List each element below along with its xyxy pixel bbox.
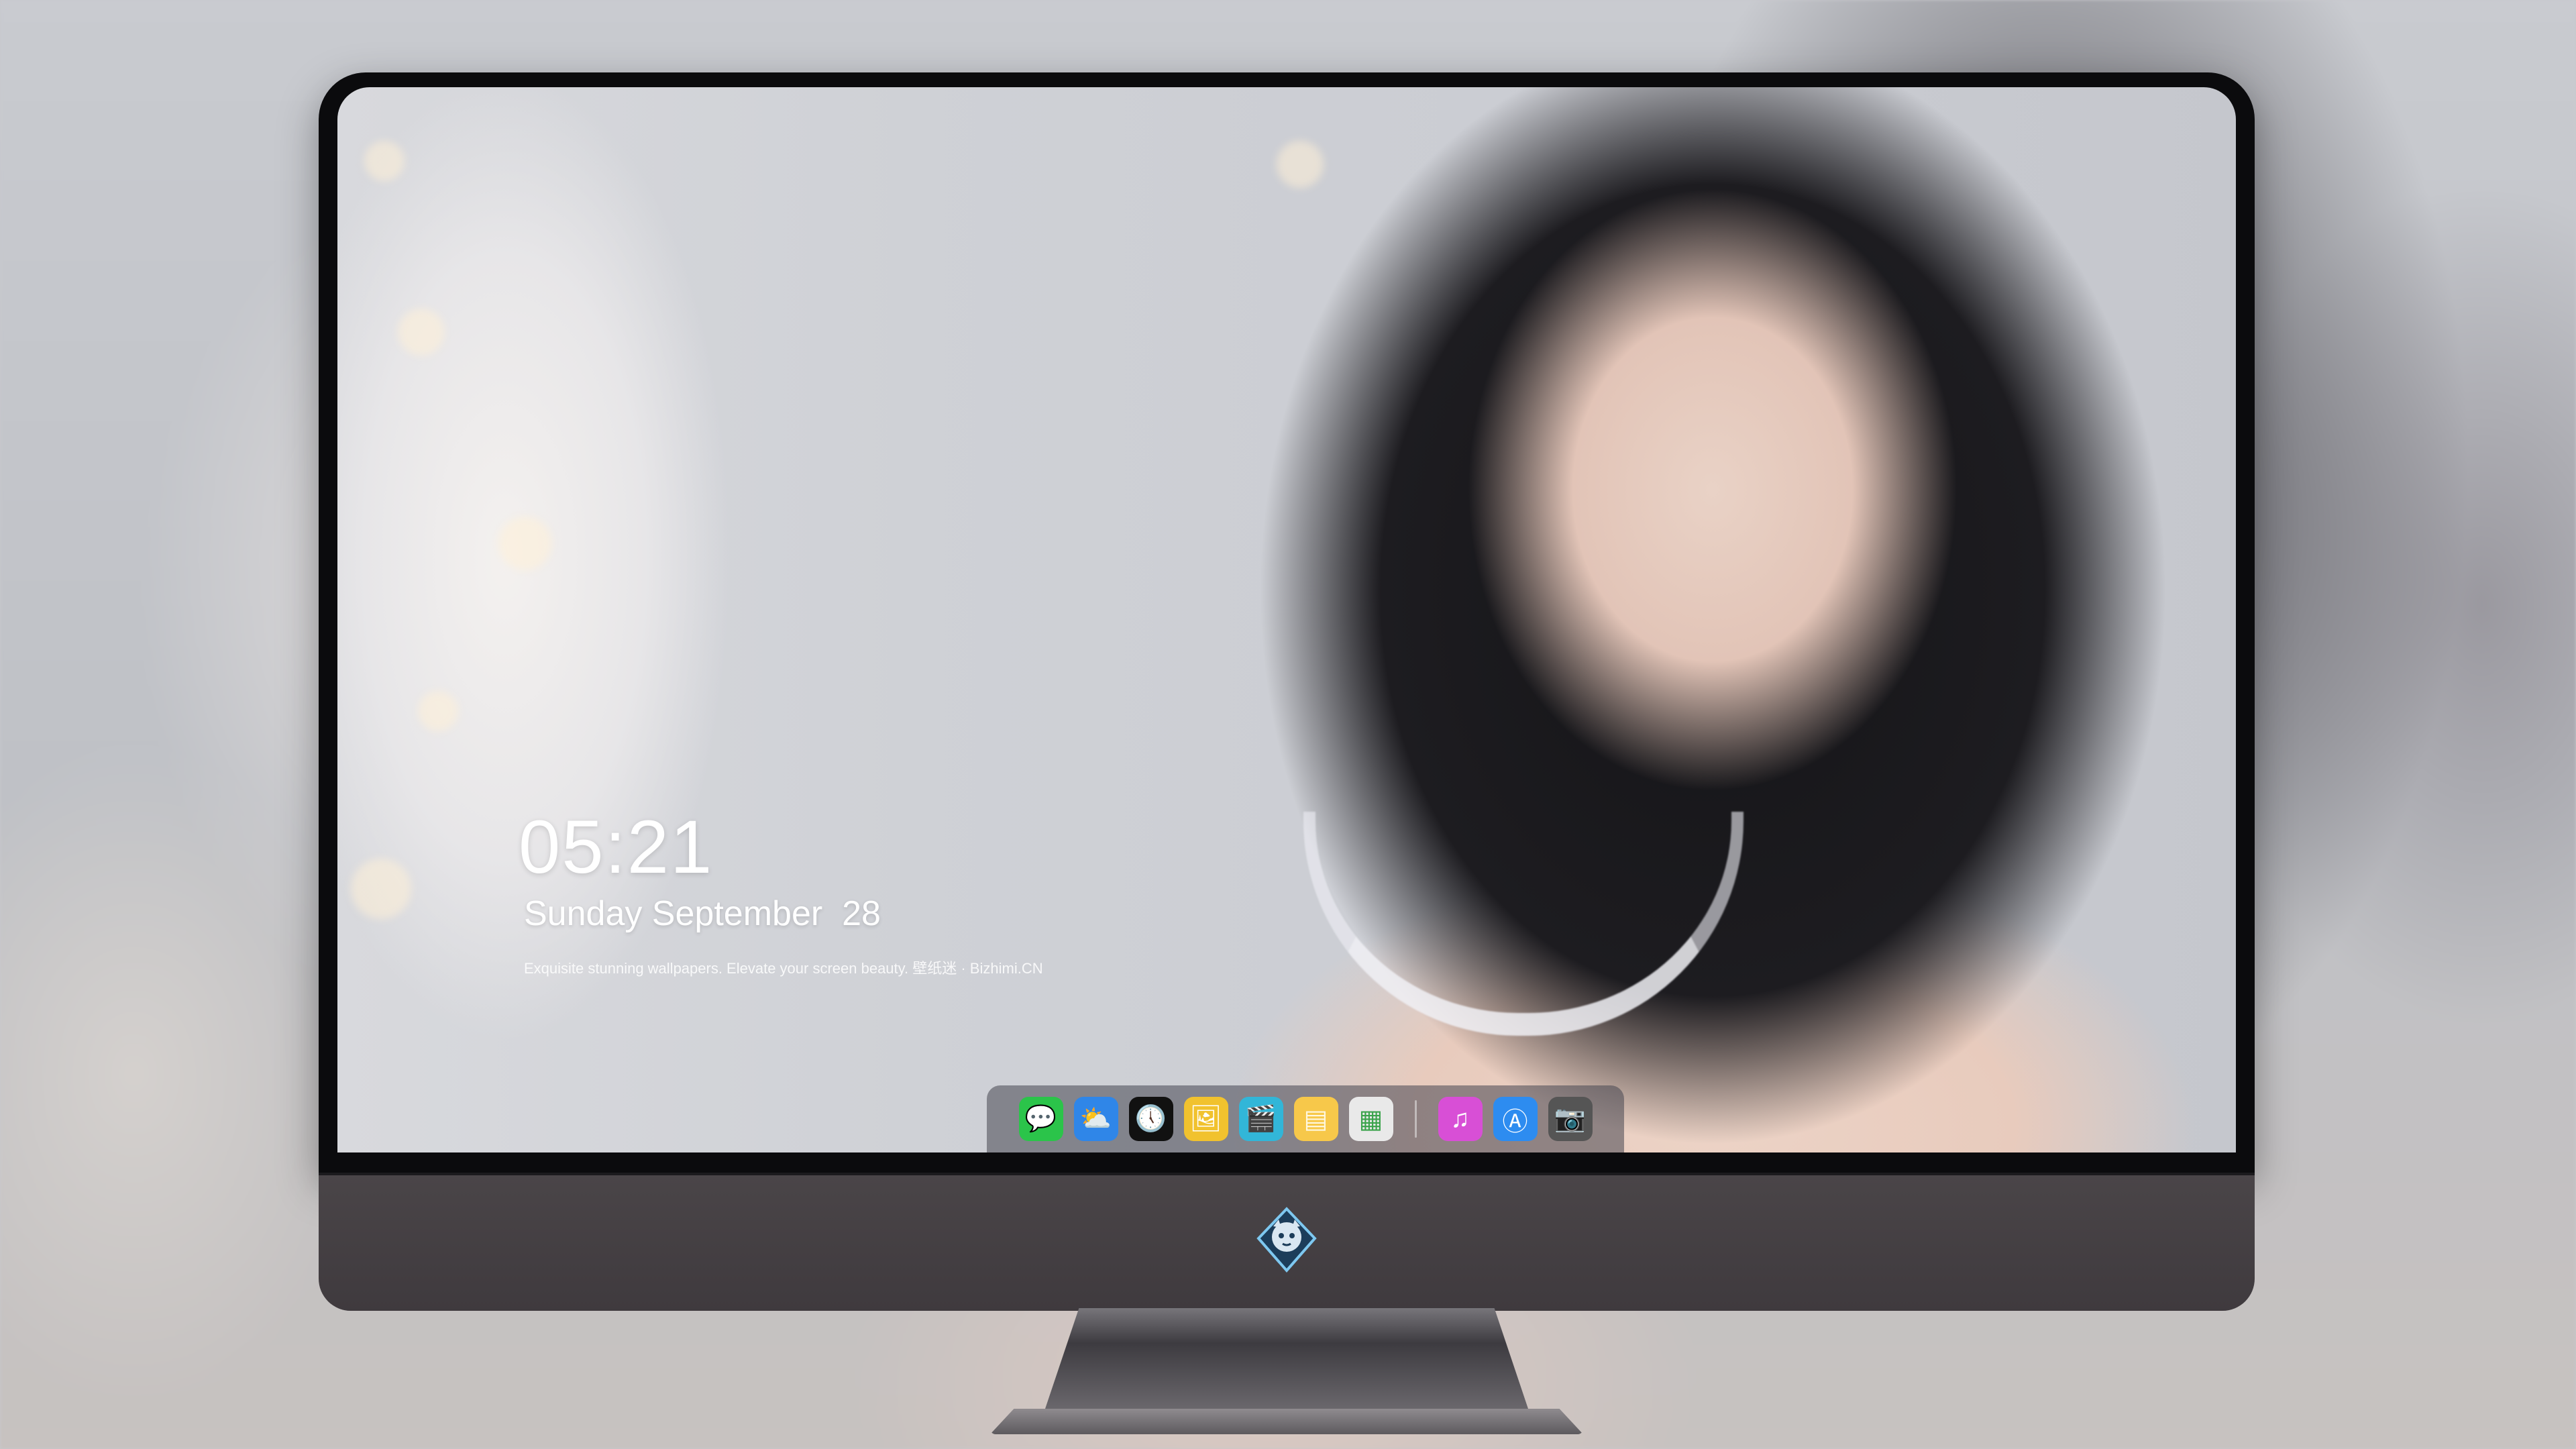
bokeh-light	[498, 517, 552, 570]
notes-icon[interactable]: ▤	[1293, 1097, 1338, 1141]
bokeh-light	[364, 141, 405, 181]
wallpaper-credit: Exquisite stunning wallpapers. Elevate y…	[524, 960, 1043, 977]
itunes-icon[interactable]: ♫	[1438, 1097, 1483, 1141]
dock: 💬 ⛅ 🕔 🖼 🎬 ▤ ▦ ♫ Ⓐ 📷	[987, 1085, 1624, 1152]
lock-clock: 05:21	[519, 805, 714, 889]
app-store-icon[interactable]: Ⓐ	[1493, 1097, 1538, 1141]
bokeh-light	[1277, 141, 1324, 188]
lock-date: Sunday September 28	[524, 894, 881, 933]
monitor-bezel: 05:21 Sunday September 28 Exquisite stun…	[319, 72, 2255, 1173]
monitor-chin	[319, 1173, 2255, 1311]
photo-booth-icon[interactable]: ▦	[1348, 1097, 1393, 1141]
wallpaper-necklace	[1303, 812, 1743, 1036]
final-cut-icon[interactable]: 🎬	[1238, 1097, 1283, 1141]
monitor-stand-neck	[1045, 1308, 1528, 1409]
camera-icon[interactable]: 📷	[1548, 1097, 1593, 1141]
brand-logo-icon	[1256, 1207, 1317, 1273]
dock-separator	[1414, 1100, 1417, 1138]
desktop-screen: 05:21 Sunday September 28 Exquisite stun…	[337, 87, 2236, 1152]
bokeh-light	[418, 691, 458, 731]
weather-icon[interactable]: ⛅	[1073, 1097, 1118, 1141]
bokeh-light	[398, 309, 445, 356]
messages-icon[interactable]: 💬	[1018, 1097, 1063, 1141]
clock-icon[interactable]: 🕔	[1128, 1097, 1173, 1141]
bokeh-light	[351, 859, 411, 919]
monitor: 05:21 Sunday September 28 Exquisite stun…	[319, 72, 2255, 1434]
monitor-stand-base	[990, 1409, 1583, 1434]
preview-icon[interactable]: 🖼	[1183, 1097, 1228, 1141]
